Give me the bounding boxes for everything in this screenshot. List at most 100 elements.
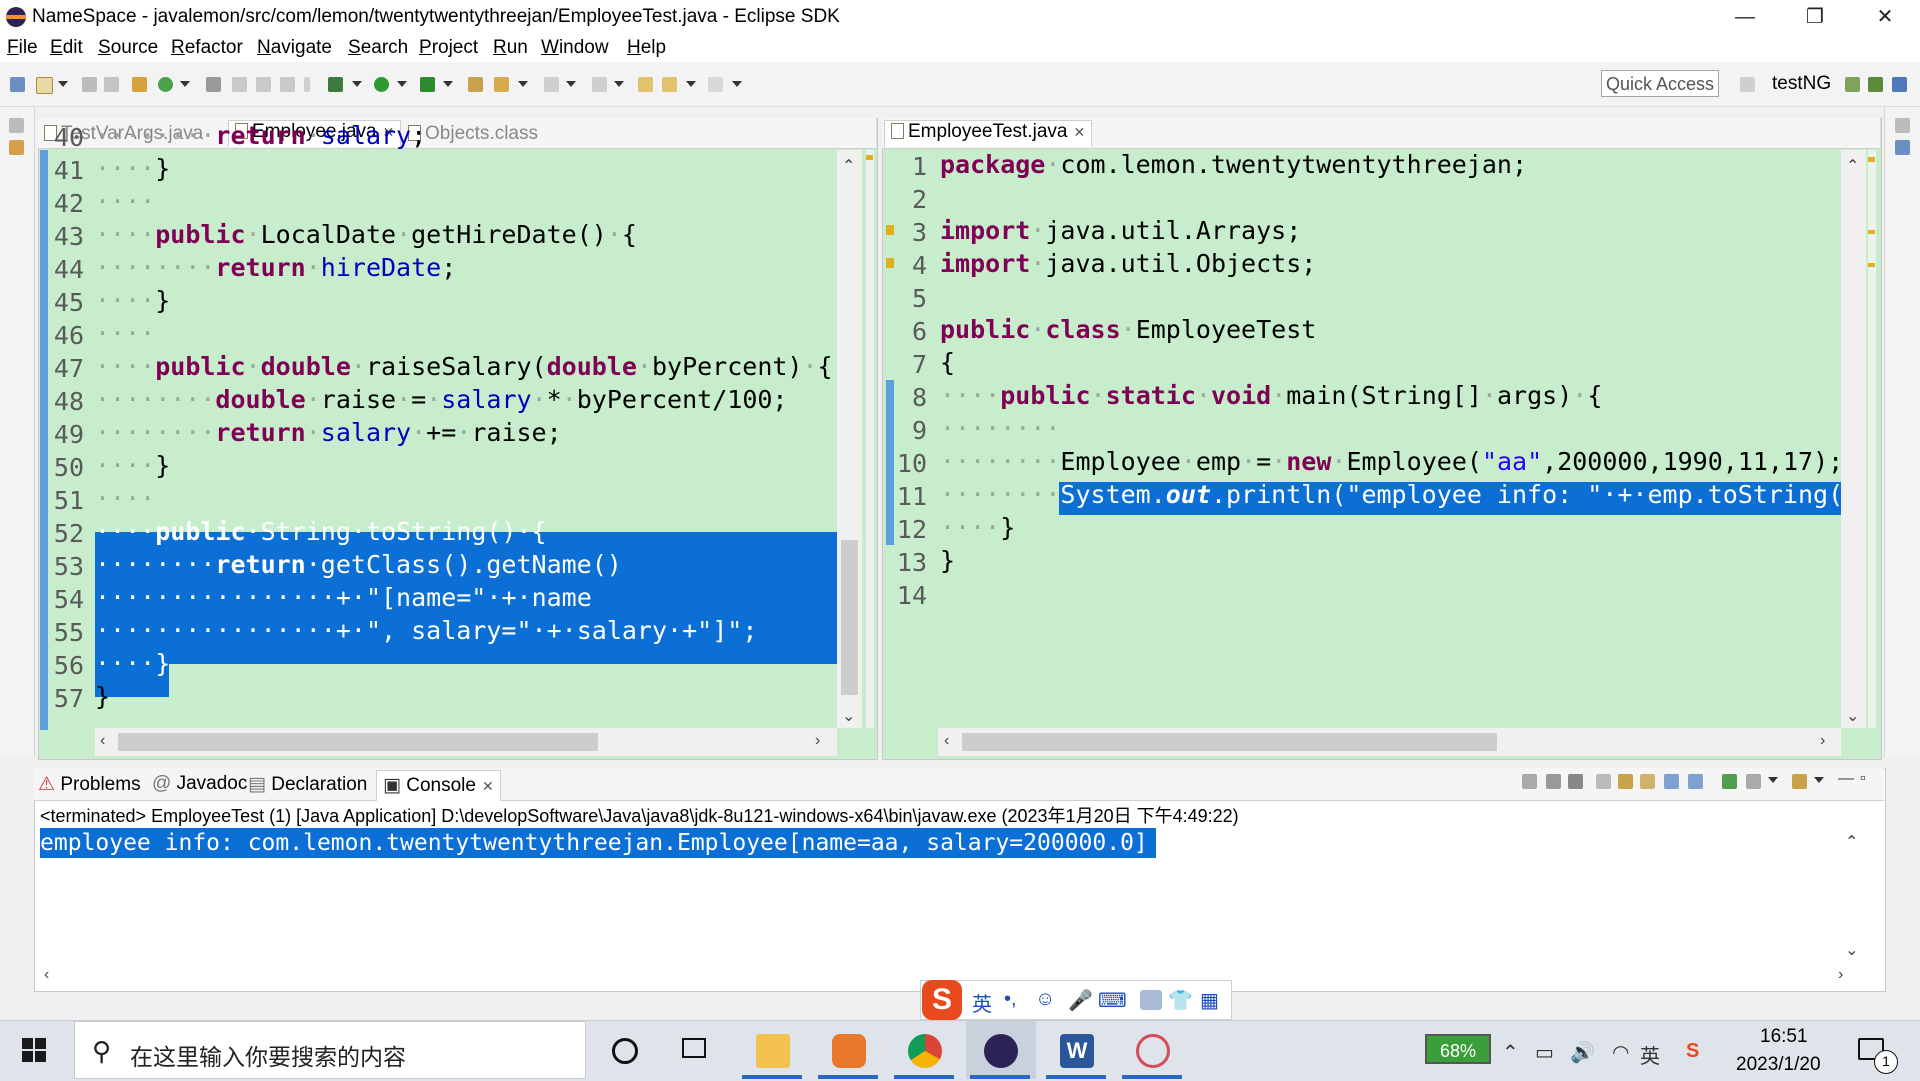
code-line[interactable]: ················+·"[name="·+·name bbox=[95, 581, 592, 614]
code-line[interactable]: } bbox=[940, 544, 955, 577]
word-wrap-icon[interactable] bbox=[1640, 774, 1655, 789]
console-scroll-up-icon[interactable]: ⌃ bbox=[1845, 832, 1858, 852]
build-icon[interactable] bbox=[132, 77, 147, 92]
new-dropdown-icon[interactable] bbox=[58, 81, 68, 87]
minimize-button[interactable]: — bbox=[1710, 0, 1780, 34]
menu-file[interactable]: File bbox=[7, 37, 38, 59]
scroll-up-icon[interactable]: ⌃ bbox=[842, 156, 855, 176]
toggle-icon[interactable] bbox=[256, 77, 271, 92]
left-hscroll-thumb[interactable] bbox=[118, 733, 598, 751]
taskbar-search-input[interactable]: 在这里输入你要搜索的内容 bbox=[130, 1038, 406, 1072]
task-view-icon[interactable] bbox=[682, 1038, 706, 1058]
sublime-app-icon[interactable] bbox=[832, 1034, 866, 1068]
refresh-dropdown-icon[interactable] bbox=[180, 81, 190, 87]
close-button[interactable]: ✕ bbox=[1850, 0, 1920, 34]
show-stdout-icon[interactable] bbox=[1664, 774, 1679, 789]
perspective-debug-icon[interactable] bbox=[1845, 77, 1860, 92]
coverage-dropdown-icon[interactable] bbox=[443, 81, 453, 87]
display-console-dropdown-icon[interactable] bbox=[1768, 777, 1778, 783]
tab-objects-class[interactable]: Objects.class bbox=[408, 123, 538, 149]
scroll-left-icon[interactable]: ‹ bbox=[944, 732, 949, 750]
maximize-button[interactable]: ❐ bbox=[1780, 0, 1850, 34]
menu-source[interactable]: Source bbox=[98, 37, 158, 59]
code-line[interactable]: import·java.util.Objects; bbox=[940, 247, 1316, 280]
pin-console-icon[interactable] bbox=[1722, 774, 1737, 789]
terminate-icon[interactable] bbox=[1522, 774, 1537, 789]
ime-language-toggle[interactable]: 英 bbox=[972, 988, 992, 1017]
remove-launch-icon[interactable] bbox=[1546, 774, 1561, 789]
run-icon[interactable] bbox=[374, 77, 389, 92]
show-hidden-icons[interactable]: ⌃ bbox=[1502, 1040, 1519, 1065]
clock-time[interactable]: 16:51 bbox=[1760, 1026, 1808, 1048]
open-console-icon[interactable] bbox=[1792, 774, 1807, 789]
back-icon[interactable] bbox=[662, 77, 677, 92]
console-scroll-left-icon[interactable]: ‹ bbox=[44, 966, 49, 984]
console-scroll-right-icon[interactable]: › bbox=[1838, 966, 1843, 984]
quick-access-input[interactable]: Quick Access bbox=[1601, 70, 1719, 97]
battery-icon[interactable]: ▭ bbox=[1535, 1040, 1554, 1065]
perspective-java-icon[interactable] bbox=[1868, 77, 1883, 92]
code-line[interactable]: ···· bbox=[95, 185, 155, 218]
right-hscroll-thumb[interactable] bbox=[962, 733, 1497, 751]
cortana-icon[interactable] bbox=[612, 1038, 638, 1064]
open-type-icon[interactable] bbox=[468, 77, 483, 92]
code-line[interactable]: ····public·String·toString()·{ bbox=[95, 515, 547, 548]
scroll-down-icon[interactable]: ⌄ bbox=[842, 706, 855, 726]
menu-edit[interactable]: Edit bbox=[50, 37, 83, 59]
restore-right-icon[interactable] bbox=[1895, 118, 1910, 133]
scroll-right-icon[interactable]: › bbox=[1820, 732, 1825, 750]
left-vscroll-thumb[interactable] bbox=[841, 540, 858, 695]
code-line[interactable]: ········return·hireDate; bbox=[95, 251, 456, 284]
start-windows-icon[interactable] bbox=[22, 1038, 46, 1062]
prev-annotation-icon[interactable] bbox=[592, 77, 607, 92]
save-icon[interactable] bbox=[82, 77, 97, 92]
sogou-tray-icon[interactable]: S bbox=[1686, 1040, 1699, 1063]
open-console-dropdown-icon[interactable] bbox=[1814, 777, 1824, 783]
debug-dropdown-icon[interactable] bbox=[352, 81, 362, 87]
ime-skin-icon[interactable]: 👕 bbox=[1168, 988, 1193, 1013]
menu-project[interactable]: Project bbox=[419, 37, 478, 59]
code-line[interactable]: ····public·LocalDate·getHireDate()·{ bbox=[95, 218, 637, 251]
clear-console-icon[interactable] bbox=[1596, 774, 1611, 789]
forward-dropdown-icon[interactable] bbox=[732, 81, 742, 87]
block-icon[interactable] bbox=[280, 77, 295, 92]
menu-run[interactable]: Run bbox=[493, 37, 528, 59]
tab-console[interactable]: ▣ Console ✕ bbox=[376, 770, 501, 801]
refresh-icon[interactable] bbox=[158, 77, 173, 92]
save-all-icon[interactable] bbox=[104, 77, 119, 92]
edit-icon[interactable] bbox=[232, 77, 247, 92]
show-stderr-icon[interactable] bbox=[1688, 774, 1703, 789]
open-perspective-icon[interactable] bbox=[1740, 77, 1755, 92]
display-console-icon[interactable] bbox=[1746, 774, 1761, 789]
code-line[interactable]: } bbox=[95, 680, 110, 713]
next-annotation-icon[interactable] bbox=[544, 77, 559, 92]
tab-employeetest[interactable]: EmployeeTest.java ✕ bbox=[884, 120, 1093, 147]
code-line[interactable]: ········System.out.println("employee inf… bbox=[940, 478, 1843, 511]
menu-window[interactable]: Window bbox=[541, 37, 609, 59]
menu-search[interactable]: Search bbox=[348, 37, 408, 59]
scroll-down-icon[interactable]: ⌄ bbox=[1846, 706, 1859, 726]
code-line[interactable]: ····public·static·void·main(String[]·arg… bbox=[940, 379, 1602, 412]
word-icon[interactable]: W bbox=[1060, 1034, 1094, 1068]
wifi-icon[interactable]: ◠ bbox=[1612, 1040, 1629, 1065]
menu-navigate[interactable]: Navigate bbox=[257, 37, 332, 59]
code-line[interactable]: ····public·double·raiseSalary(double·byP… bbox=[95, 350, 833, 383]
menu-help[interactable]: Help bbox=[627, 37, 666, 59]
restore-view-icon[interactable] bbox=[9, 118, 24, 133]
search-dropdown-icon[interactable] bbox=[518, 81, 528, 87]
chrome-icon[interactable] bbox=[908, 1034, 942, 1068]
clock-date[interactable]: 2023/1/20 bbox=[1736, 1054, 1821, 1076]
pin-icon[interactable] bbox=[206, 77, 221, 92]
tab-javadoc[interactable]: @ Javadoc bbox=[152, 773, 247, 795]
code-line[interactable]: ····} bbox=[95, 284, 170, 317]
new-file-icon[interactable] bbox=[36, 77, 53, 94]
minimize-view-icon[interactable]: — bbox=[1838, 770, 1854, 788]
code-line[interactable]: ····} bbox=[940, 511, 1015, 544]
close-tab-icon[interactable]: ✕ bbox=[482, 771, 494, 801]
quick-search-icon[interactable] bbox=[10, 77, 25, 92]
ime-keyboard-icon[interactable]: ⌨ bbox=[1098, 988, 1127, 1013]
code-line[interactable]: ········double·raise·=·salary·*·byPercen… bbox=[95, 383, 787, 416]
scroll-up-icon[interactable]: ⌃ bbox=[1846, 156, 1859, 176]
search-tool-icon[interactable] bbox=[494, 77, 509, 92]
code-line[interactable]: ····} bbox=[95, 152, 170, 185]
